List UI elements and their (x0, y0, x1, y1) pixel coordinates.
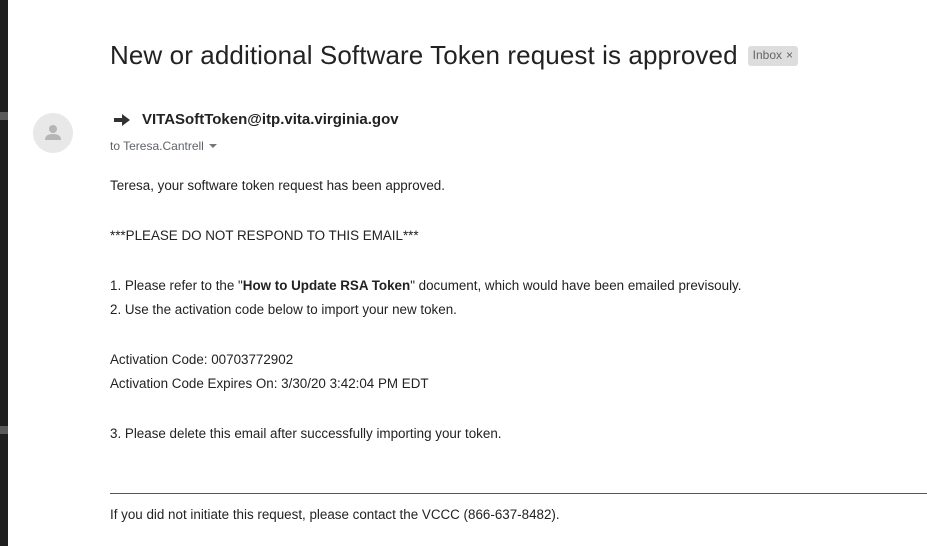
body-step1: 1. Please refer to the "How to Update RS… (110, 278, 741, 293)
body-footer: If you did not initiate this request, pl… (110, 507, 560, 522)
window-edge (0, 0, 8, 546)
body-greeting: Teresa, your software token request has … (110, 178, 445, 193)
subject-row: New or additional Software Token request… (110, 40, 799, 71)
chevron-down-icon[interactable] (208, 144, 217, 148)
step1-suffix: " document, which would have been emaile… (410, 278, 742, 293)
step1-prefix: 1. Please refer to the " (110, 278, 243, 293)
sender-row: VITASoftToken@itp.vita.virginia.gov (114, 111, 399, 128)
inbox-label-chip[interactable]: Inbox × (747, 45, 799, 66)
sender-avatar[interactable] (33, 113, 73, 153)
step1-document-name: How to Update RSA Token (242, 278, 411, 293)
body-step3: 3. Please delete this email after succes… (110, 426, 502, 441)
window-edge-gap (0, 426, 8, 434)
body-step2: 2. Use the activation code below to impo… (110, 302, 457, 317)
recipient-row[interactable]: to Teresa.Cantrell (110, 139, 217, 153)
email-subject: New or additional Software Token request… (110, 40, 738, 70)
activation-expiry: Activation Code Expires On: 3/30/20 3:42… (110, 376, 429, 391)
body-divider (110, 493, 927, 494)
window-edge-gap (0, 112, 8, 120)
inbox-label-text: Inbox (752, 47, 782, 62)
activation-code: Activation Code: 00703772902 (110, 352, 294, 367)
recipient-text: to Teresa.Cantrell (110, 139, 204, 153)
remove-label-icon[interactable]: × (786, 47, 793, 64)
body-warning: ***PLEASE DO NOT RESPOND TO THIS EMAIL**… (110, 228, 419, 243)
sender-address[interactable]: VITASoftToken@itp.vita.virginia.gov (142, 111, 399, 128)
forward-arrow-icon (114, 113, 130, 126)
person-icon (45, 125, 61, 140)
